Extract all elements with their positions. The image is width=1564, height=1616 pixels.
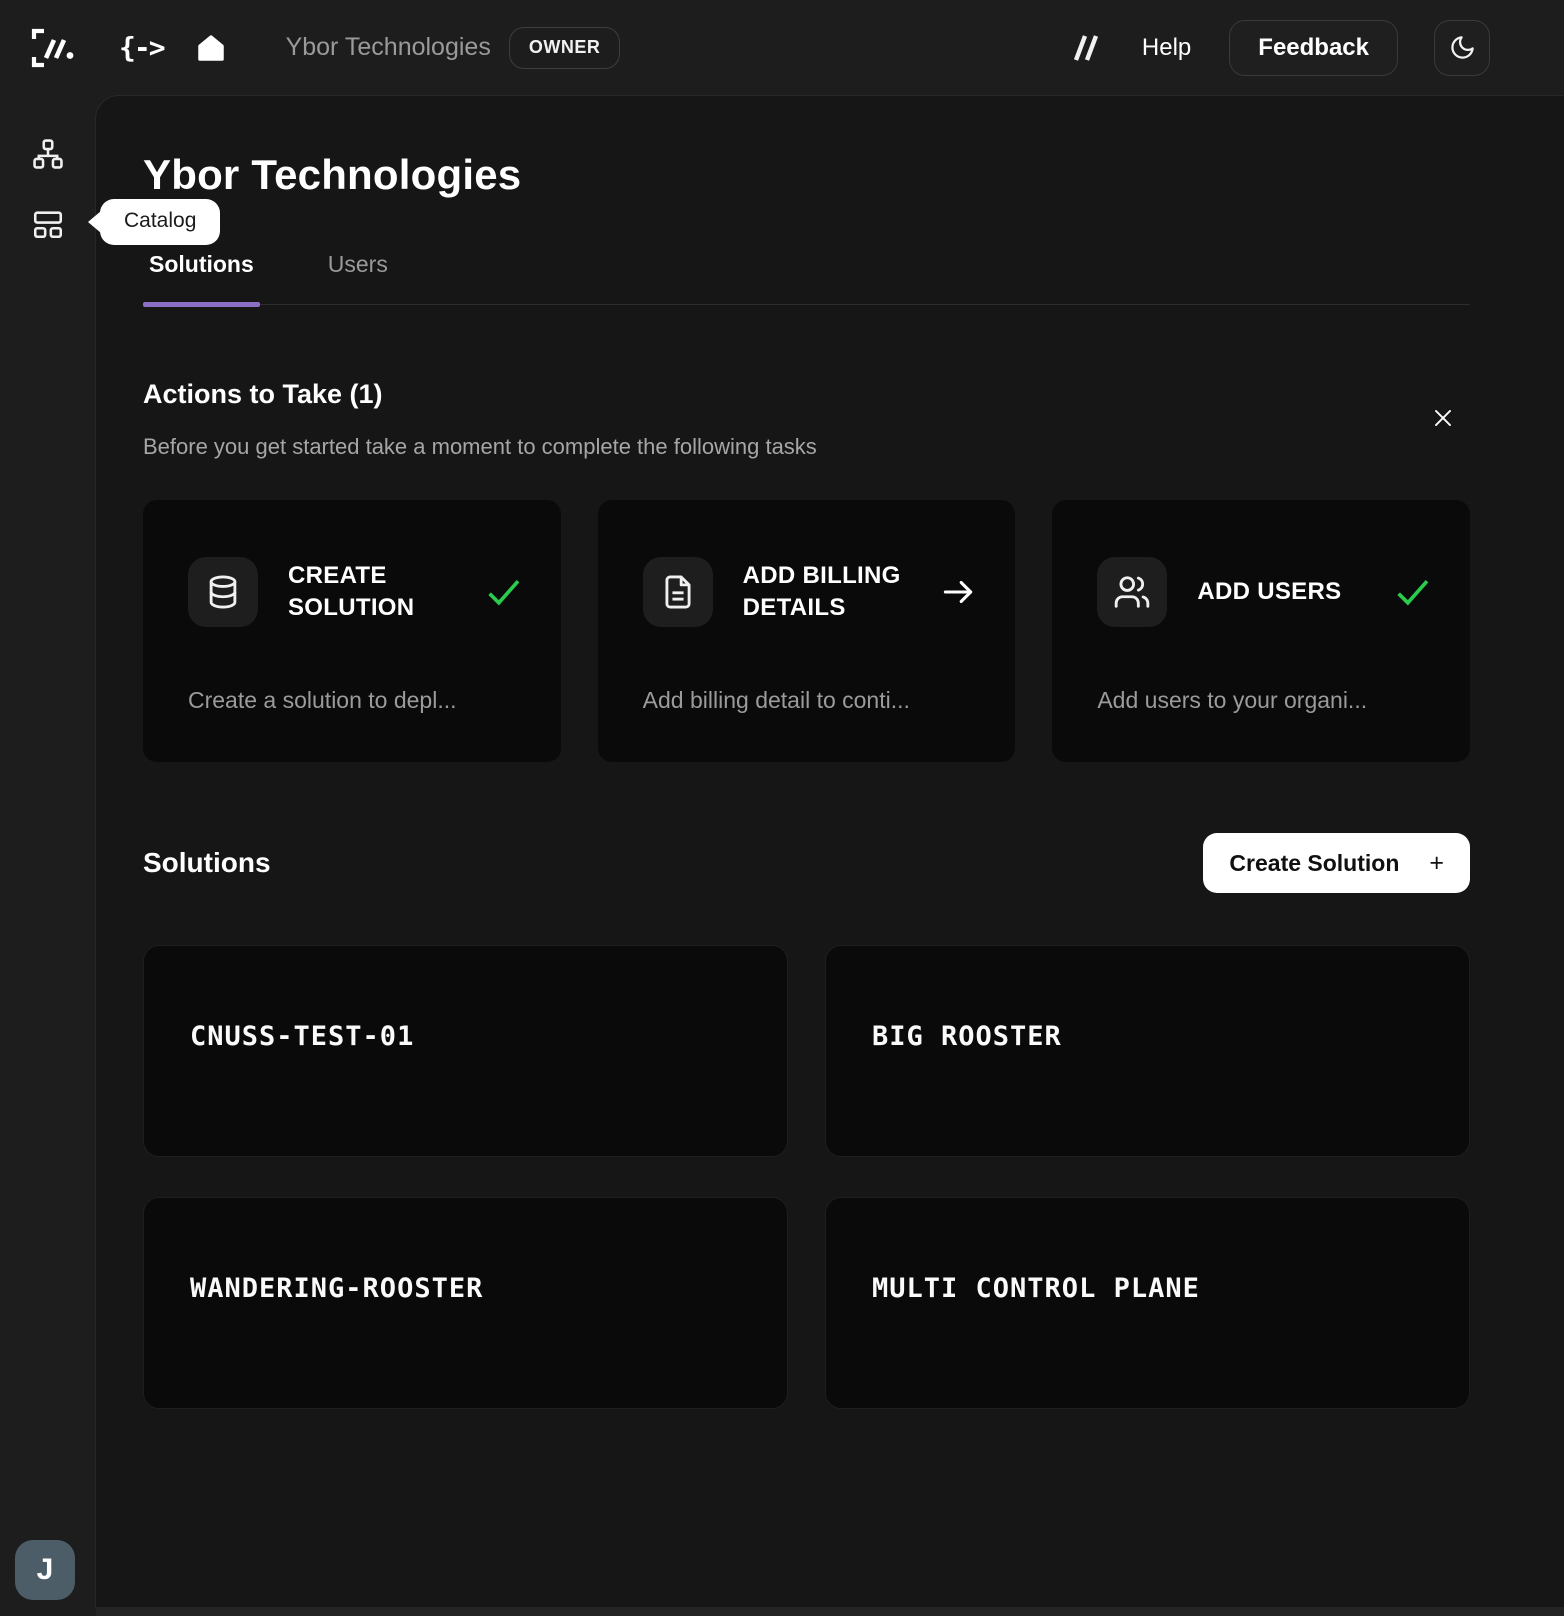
action-card-title: ADD USERS <box>1197 577 1342 605</box>
topbar-right-group: Help Feedback <box>1066 19 1490 76</box>
solution-name: WANDERING-ROOSTER <box>190 1273 484 1304</box>
solution-card[interactable]: BIG ROOSTER <box>825 945 1470 1157</box>
create-solution-button[interactable]: Create Solution + <box>1203 833 1470 893</box>
action-card-add-users[interactable]: ADD USERS Add users to your organi... <box>1052 500 1471 762</box>
close-icon[interactable] <box>1430 405 1456 431</box>
user-avatar[interactable]: J <box>15 1540 75 1600</box>
solutions-section: Solutions Create Solution + CNUSS-TEST-0… <box>143 833 1470 1409</box>
file-text-icon <box>642 557 713 627</box>
top-bar: {-> Ybor Technologies OWNER Help Feedbac… <box>0 0 1564 95</box>
slashes-icon <box>1066 29 1102 67</box>
actions-title: Actions to Take (1) <box>143 379 383 409</box>
create-solution-label: Create Solution <box>1229 849 1400 876</box>
solution-card[interactable]: CNUSS-TEST-01 <box>143 945 788 1157</box>
action-card-description: Add users to your organi... <box>1097 687 1368 713</box>
check-icon <box>1392 572 1432 612</box>
solution-card[interactable]: MULTI CONTROL PLANE <box>825 1197 1470 1409</box>
feedback-button[interactable]: Feedback <box>1229 19 1398 76</box>
solution-name: MULTI CONTROL PLANE <box>872 1273 1200 1304</box>
action-card-add-billing[interactable]: ADD BILLING DETAILS Add billing detail t… <box>597 500 1016 762</box>
brand-logo-icon <box>25 24 77 72</box>
main-panel: Ybor Technologies Solutions Users Action… <box>95 95 1564 1607</box>
action-card-description: Create a solution to depl... <box>188 687 457 713</box>
check-icon <box>483 572 523 612</box>
solution-name: CNUSS-TEST-01 <box>190 1021 415 1052</box>
page-title: Ybor Technologies <box>143 151 522 198</box>
moon-icon <box>1449 34 1476 61</box>
database-icon <box>188 557 258 627</box>
workspace-switcher[interactable]: {-> <box>119 31 166 64</box>
actions-to-take-section: Actions to Take (1) Before you get start… <box>143 379 1471 762</box>
users-icon <box>1097 557 1168 627</box>
org-title: Ybor Technologies <box>285 33 491 61</box>
theme-toggle-button[interactable] <box>1434 19 1490 76</box>
catalog-icon[interactable] <box>31 207 65 241</box>
plus-icon: + <box>1429 848 1444 877</box>
help-link[interactable]: Help <box>1142 34 1191 62</box>
actions-subtitle: Before you get started take a moment to … <box>143 434 817 459</box>
solution-card[interactable]: WANDERING-ROOSTER <box>143 1197 788 1409</box>
left-rail: J <box>0 95 95 1616</box>
action-card-title: ADD BILLING DETAILS <box>742 561 901 621</box>
home-icon[interactable] <box>196 33 226 63</box>
solutions-grid: CNUSS-TEST-01 BIG ROOSTER WANDERING-ROOS… <box>143 945 1470 1409</box>
solution-name: BIG ROOSTER <box>872 1021 1062 1052</box>
action-card-title: CREATE SOLUTION <box>288 561 415 621</box>
action-card-description: Add billing detail to conti... <box>642 687 910 713</box>
catalog-tooltip: Catalog <box>100 199 221 245</box>
bottom-scrollbar-track <box>96 1607 1564 1616</box>
action-card-row: CREATE SOLUTION Create a solution to dep… <box>143 500 1471 762</box>
owner-badge: OWNER <box>508 26 621 69</box>
solutions-title: Solutions <box>143 847 271 878</box>
org-hierarchy-icon[interactable] <box>31 137 65 171</box>
tab-users[interactable]: Users <box>322 251 394 304</box>
tab-solutions[interactable]: Solutions <box>143 251 260 307</box>
arrow-right-icon <box>939 573 977 611</box>
action-card-create-solution[interactable]: CREATE SOLUTION Create a solution to dep… <box>143 500 561 762</box>
tab-bar: Solutions Users <box>143 251 1470 307</box>
